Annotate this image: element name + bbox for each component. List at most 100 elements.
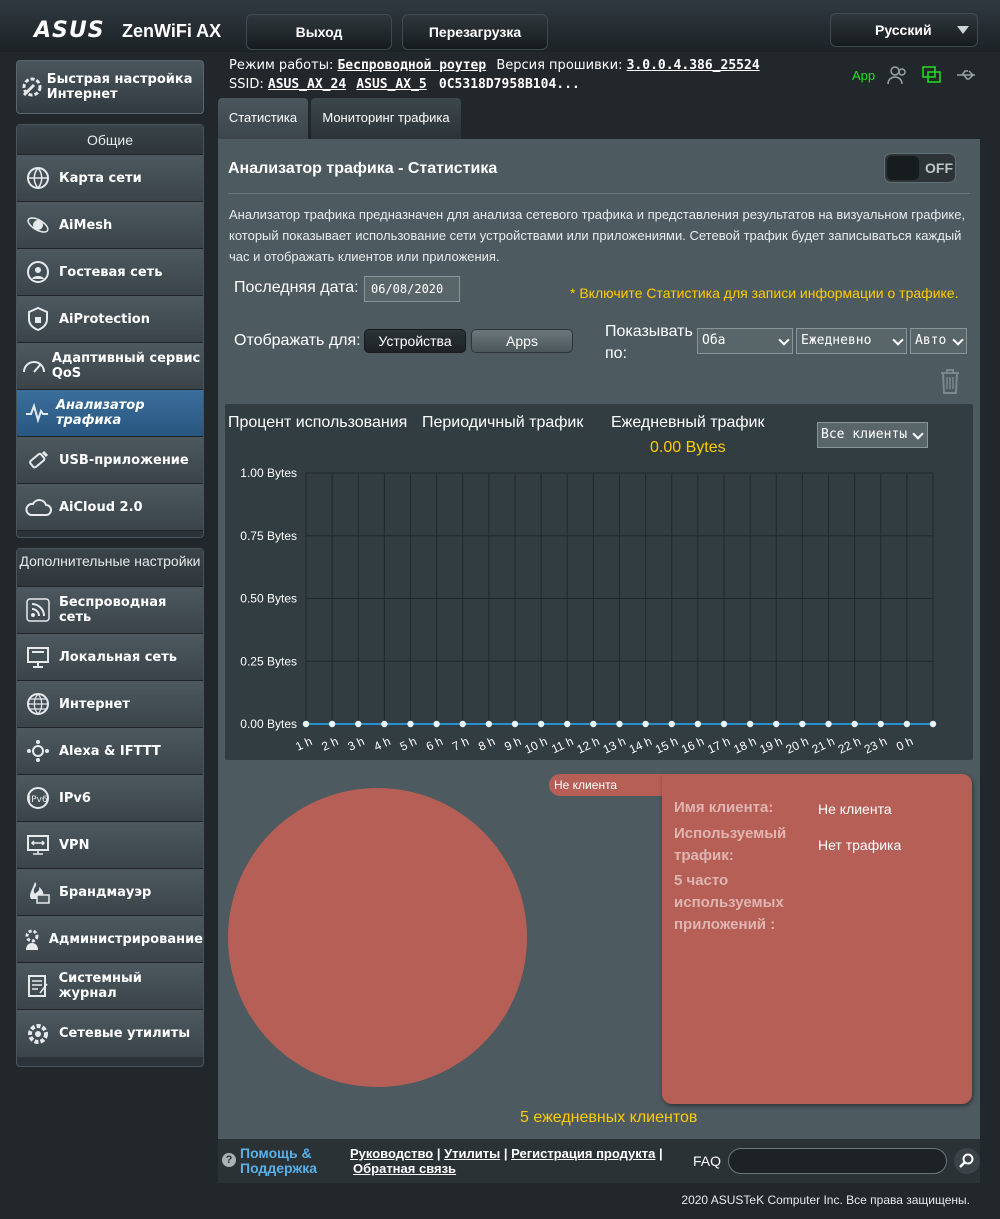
wireless-icon (17, 587, 59, 634)
sidebar-item-label: Беспроводная сеть (58, 595, 167, 625)
data-point[interactable] (537, 720, 545, 728)
trash-icon[interactable] (938, 367, 962, 395)
apps-button[interactable]: Apps (471, 329, 573, 353)
tab-periodic-traffic[interactable]: Периодичный трафик (422, 414, 583, 432)
sidebar-item-wireless[interactable]: Беспроводная сеть (17, 587, 203, 634)
data-point[interactable] (564, 720, 571, 728)
tab-usage-percent[interactable]: Процент использования (228, 414, 407, 432)
sidebar-item-aiprotection[interactable]: AiProtection (17, 296, 203, 343)
sidebar-item-traffic-analyzer[interactable]: Анализатор трафика (17, 390, 203, 437)
data-point[interactable] (407, 720, 414, 728)
sidebar-item-alexa[interactable]: Alexa & IFTTT (17, 728, 203, 775)
devices-button[interactable]: Устройства (364, 329, 466, 353)
data-point[interactable] (694, 720, 702, 728)
sidebar-item-vpn[interactable]: VPN (17, 822, 203, 869)
data-point[interactable] (799, 720, 806, 728)
sidebar-item-network-tools[interactable]: Сетевые утилиты (17, 1010, 203, 1057)
data-point[interactable] (668, 720, 675, 728)
firmware-label: Версия прошивки: (496, 58, 623, 73)
search-icon[interactable] (954, 1148, 980, 1174)
data-point[interactable] (485, 720, 493, 728)
statistics-toggle[interactable]: OFF (884, 153, 956, 183)
ssid-5-link[interactable]: ASUS_AX_5 (356, 77, 426, 92)
data-point[interactable] (433, 720, 440, 728)
svg-text:IPv6: IPv6 (28, 795, 47, 805)
tab-traffic-monitor[interactable]: Мониторинг трафика (311, 98, 461, 140)
data-point[interactable] (590, 720, 597, 728)
data-point[interactable] (381, 720, 388, 728)
lan-status-icon[interactable] (921, 65, 943, 85)
sidebar-item-guest-network[interactable]: Гостевая сеть (17, 249, 203, 296)
data-point[interactable] (773, 720, 780, 728)
direction-select[interactable]: Оба (697, 328, 793, 354)
feedback-link[interactable]: Обратная связь (353, 1161, 456, 1176)
client-name-label: Имя клиента: (674, 799, 774, 816)
sidebar-item-firewall[interactable]: Брандмауэр (17, 869, 203, 916)
quick-internet-setup-button[interactable]: Быстрая настройка Интернет (16, 60, 204, 114)
globe-icon (17, 681, 59, 728)
x-tick-label: 0 h (894, 734, 915, 754)
sidebar-item-aicloud[interactable]: AiCloud 2.0 (17, 484, 203, 531)
asus-logo[interactable]: ASUS (34, 20, 105, 42)
data-point[interactable] (511, 720, 519, 728)
chevron-down-icon (957, 26, 969, 34)
data-point[interactable] (720, 720, 728, 728)
logout-button[interactable]: Выход (246, 14, 392, 50)
sidebar-item-aimesh[interactable]: AiMesh (17, 202, 203, 249)
sidebar-item-ipv6[interactable]: IPv6 IPv6 (17, 775, 203, 822)
utilities-link[interactable]: Утилиты (444, 1146, 500, 1161)
x-tick-label: 7 h (450, 734, 471, 754)
data-point[interactable] (903, 720, 911, 728)
data-point[interactable] (642, 720, 649, 728)
x-tick-label: 21 h (810, 734, 837, 755)
enable-stats-notice: * Включите Статистика для записи информа… (570, 285, 959, 301)
x-tick-label: 20 h (784, 734, 811, 755)
usb-status-icon[interactable] (955, 65, 977, 85)
mode-link[interactable]: Беспроводной роутер (337, 58, 486, 73)
manual-link[interactable]: Руководство (350, 1146, 433, 1161)
data-point[interactable] (877, 720, 884, 728)
ssid-24-link[interactable]: ASUS_AX_24 (268, 77, 346, 92)
sidebar-item-qos[interactable]: Адаптивный сервис QoS (17, 343, 203, 390)
data-point[interactable] (851, 720, 858, 728)
client-pie-chart[interactable] (228, 788, 527, 1087)
tab-statistics[interactable]: Статистика (218, 98, 308, 140)
shield-icon (17, 296, 59, 343)
sidebar-item-label: AiCloud 2.0 (59, 499, 143, 515)
client-name-value: Не клиента (818, 801, 892, 817)
tools-icon (17, 1010, 59, 1057)
x-tick-label: 22 h (836, 734, 863, 755)
product-registration-link[interactable]: Регистрация продукта (511, 1146, 655, 1161)
data-point[interactable] (746, 720, 754, 728)
vpn-icon (17, 822, 59, 869)
sidebar-item-internet[interactable]: Интернет (17, 681, 203, 728)
data-point[interactable] (459, 720, 466, 728)
language-select[interactable]: Русский (830, 13, 978, 47)
data-point[interactable] (616, 720, 623, 728)
help-support-link[interactable]: Помощь & Поддержка (240, 1146, 330, 1176)
data-point[interactable] (355, 720, 362, 728)
data-point[interactable] (302, 720, 310, 728)
data-point[interactable] (825, 720, 832, 728)
data-point[interactable] (328, 720, 336, 728)
x-tick-label: 8 h (476, 734, 497, 754)
sidebar-item-network-map[interactable]: Карта сети (17, 155, 203, 202)
data-point[interactable] (929, 720, 937, 728)
clients-select[interactable]: Все клиенты (817, 422, 928, 448)
scale-select[interactable]: Авто (910, 328, 967, 354)
sidebar-item-usb[interactable]: USB-приложение (17, 437, 203, 484)
clients-icon[interactable] (887, 65, 909, 85)
reboot-button[interactable]: Перезагрузка (402, 14, 548, 50)
chevron-down-icon (952, 334, 964, 346)
app-status-link[interactable]: App (852, 68, 875, 83)
period-select[interactable]: Ежедневно (796, 328, 907, 354)
sidebar-item-syslog[interactable]: Системный журнал (17, 963, 203, 1010)
firmware-link[interactable]: 3.0.0.4.386_25524 (627, 58, 760, 73)
toggle-knob (887, 156, 919, 180)
operation-mode-line: Режим работы: Беспроводной роутер Версия… (229, 58, 760, 73)
tab-daily-traffic[interactable]: Ежедневный трафик (611, 414, 764, 432)
sidebar-item-administration[interactable]: Администрирование (17, 916, 203, 963)
sidebar-item-lan[interactable]: Локальная сеть (17, 634, 203, 681)
last-date-field[interactable]: 06/08/2020 (364, 276, 460, 302)
faq-search-input[interactable] (728, 1148, 947, 1174)
